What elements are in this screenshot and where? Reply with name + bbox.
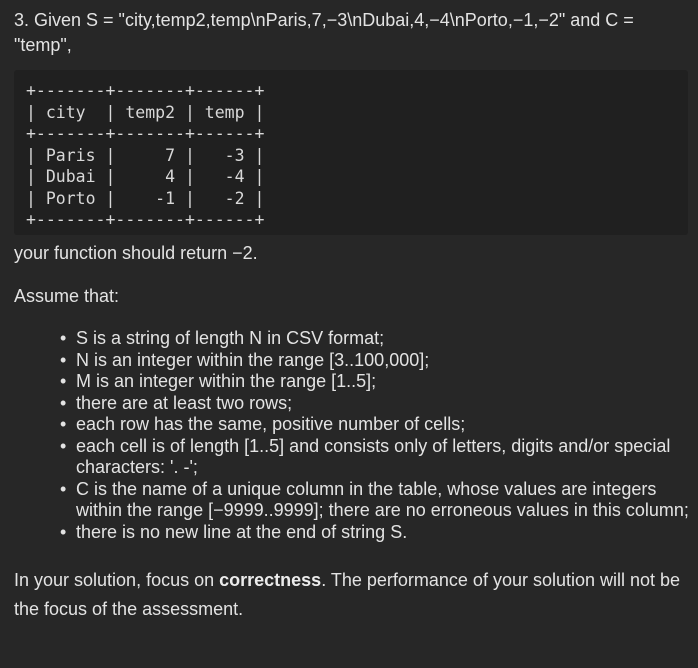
list-item: there is no new line at the end of strin… [60,522,690,544]
focus-emphasis: correctness [219,570,322,590]
list-item: each row has the same, positive number o… [60,414,690,436]
task-description: 3. Given S = "city,temp2,temp\nParis,7,−… [14,8,690,624]
assume-heading: Assume that: [14,286,120,306]
list-item: each cell is of length [1..5] and consis… [60,436,690,479]
focus-text-before: In your solution, focus on [14,570,220,590]
expected-return: your function should return −2. [14,243,258,263]
list-item: there are at least two rows; [60,393,690,415]
example-table-code-block: +-------+-------+------+ | city | temp2 … [14,70,688,235]
focus-note: In your solution, focus on correctness. … [14,566,690,624]
list-item: S is a string of length N in CSV format; [60,328,690,350]
example-intro: 3. Given S = "city,temp2,temp\nParis,7,−… [14,10,634,55]
list-item: N is an integer within the range [3..100… [60,350,690,372]
list-item: C is the name of a unique column in the … [60,479,690,522]
assumptions-list: S is a string of length N in CSV format;… [14,328,690,543]
list-item: M is an integer within the range [1..5]; [60,371,690,393]
